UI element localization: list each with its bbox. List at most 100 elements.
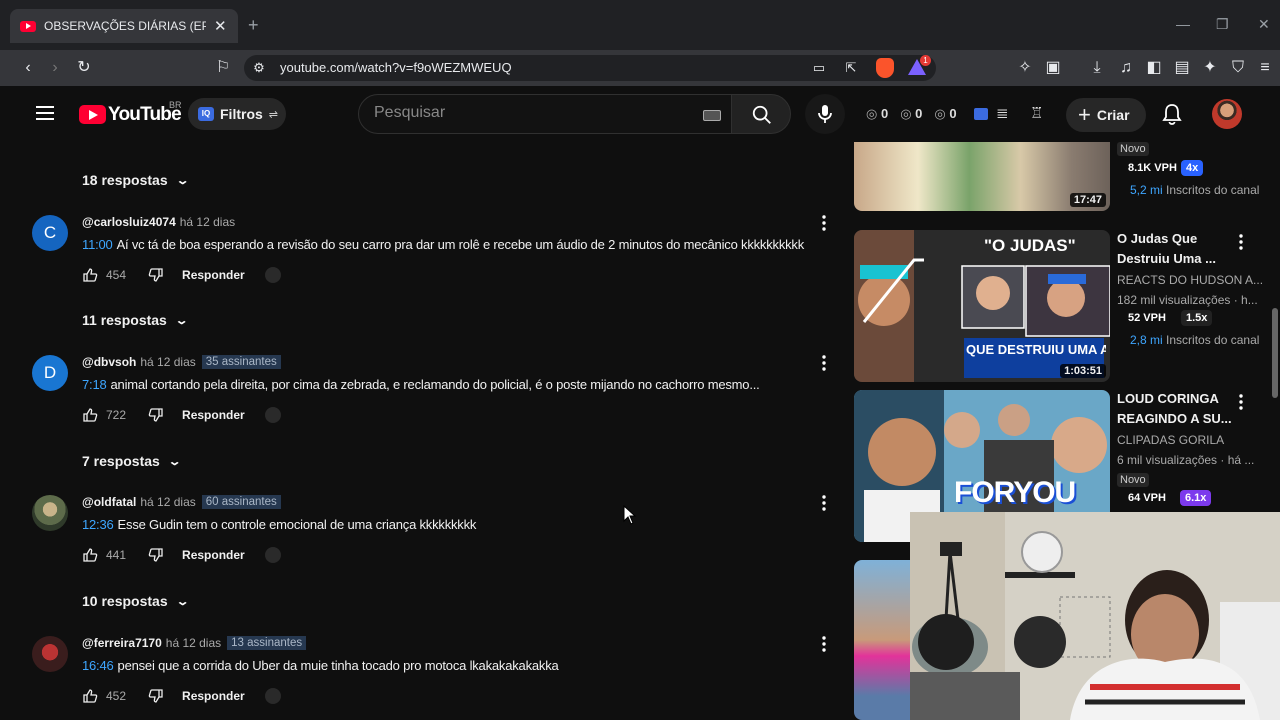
- webcam-feed: [910, 512, 1280, 720]
- comment-actions: 441 Responder: [82, 547, 281, 563]
- filters-button[interactable]: IQ Filtros ⇌: [188, 98, 286, 130]
- minimize-icon[interactable]: —: [1176, 16, 1190, 32]
- comment-content: animal cortando pela direita, por cima d…: [110, 377, 760, 392]
- vidiq-comment-icon[interactable]: [264, 407, 281, 423]
- video-channel[interactable]: REACTS DO HUDSON A...: [1117, 273, 1263, 287]
- youtube-logo-icon[interactable]: [79, 105, 106, 124]
- dislike-icon[interactable]: [148, 407, 164, 423]
- page-scrollbar[interactable]: [1272, 308, 1278, 398]
- brave-shield-icon[interactable]: [876, 58, 894, 78]
- comment-author[interactable]: @oldfatal: [82, 495, 136, 509]
- comment-timestamp-link[interactable]: 7:18: [82, 377, 107, 392]
- restore-icon[interactable]: ❐: [1216, 16, 1229, 33]
- youtube-favicon-icon: [20, 20, 36, 32]
- sidebar-icon[interactable]: ◧: [1143, 58, 1165, 78]
- comment-thread: @ferreira7170 há 12 dias 13 assinantes 1…: [32, 636, 842, 716]
- chevron-down-icon: ⌄: [174, 314, 189, 327]
- comment-time[interactable]: há 12 dias: [180, 215, 235, 229]
- vidiq-counters: 0 0 0: [866, 106, 957, 122]
- more-options-icon[interactable]: [822, 355, 826, 371]
- extensions-icon[interactable]: ✧: [1014, 58, 1036, 78]
- browser-tab-active[interactable]: OBSERVAÇÕES DIÁRIAS (EP. 304 ✕: [10, 9, 238, 43]
- vidiq-icon[interactable]: [974, 108, 988, 120]
- replies-toggle[interactable]: 7 respostas ⌄: [82, 453, 181, 469]
- leo-icon[interactable]: ✦: [1199, 58, 1221, 78]
- keyboard-icon[interactable]: [703, 110, 721, 121]
- vidiq-comment-icon[interactable]: [264, 688, 281, 704]
- notifications-bell-icon[interactable]: [1162, 103, 1182, 125]
- close-tab-icon[interactable]: ✕: [214, 17, 227, 35]
- cast-icon[interactable]: ▭: [808, 58, 830, 78]
- new-tab-icon[interactable]: +: [248, 15, 259, 36]
- like-icon[interactable]: [82, 407, 98, 423]
- comment-time[interactable]: há 12 dias: [166, 636, 221, 650]
- comment-avatar[interactable]: C: [32, 215, 68, 251]
- video-thumbnail[interactable]: "O JUDAS" QUE DESTRUIU UMA AMIZA 1:03:51: [854, 230, 1110, 382]
- replies-toggle[interactable]: 10 respostas ⌄: [82, 593, 189, 609]
- reply-button[interactable]: Responder: [182, 548, 245, 562]
- comment-time[interactable]: há 12 dias: [140, 355, 195, 369]
- youtube-header: YouTube BR IQ Filtros ⇌ 0 0 0 ≣ ♖ + Cria…: [0, 86, 1280, 142]
- close-window-icon[interactable]: ✕: [1258, 16, 1270, 33]
- comment-avatar[interactable]: D: [32, 355, 68, 391]
- like-icon[interactable]: [82, 547, 98, 563]
- comment-author[interactable]: @dbvsoh: [82, 355, 136, 369]
- download-icon[interactable]: ⤓: [1086, 58, 1108, 78]
- counter-watching: 0: [900, 106, 922, 122]
- video-thumbnail[interactable]: 17:47: [854, 142, 1110, 211]
- counter-subs: 0: [934, 106, 956, 122]
- trophy-icon[interactable]: ♖: [1030, 104, 1043, 122]
- more-options-icon[interactable]: [822, 495, 826, 511]
- comment-time[interactable]: há 12 dias: [140, 495, 195, 509]
- more-options-icon[interactable]: [1239, 234, 1243, 250]
- comment-timestamp-link[interactable]: 16:46: [82, 658, 114, 673]
- more-options-icon[interactable]: [822, 636, 826, 652]
- dislike-icon[interactable]: [148, 688, 164, 704]
- comment-timestamp-link[interactable]: 12:36: [82, 517, 114, 532]
- account-avatar[interactable]: [1212, 99, 1242, 129]
- screenshot-icon[interactable]: ▣: [1042, 58, 1064, 78]
- replies-toggle[interactable]: 11 respostas ⌄: [82, 312, 189, 328]
- more-options-icon[interactable]: [1239, 394, 1243, 410]
- hamburger-menu-icon[interactable]: [36, 106, 54, 120]
- forward-icon[interactable]: ›: [44, 58, 66, 78]
- bookmark-icon[interactable]: ⚐: [212, 58, 234, 78]
- comment-avatar[interactable]: [32, 495, 68, 531]
- site-info-icon[interactable]: ⚙: [248, 58, 270, 78]
- search-input[interactable]: [374, 104, 674, 122]
- vidiq-comment-icon[interactable]: [264, 547, 281, 563]
- comment-timestamp-link[interactable]: 11:00: [82, 237, 113, 252]
- search-box: [358, 94, 732, 134]
- dislike-icon[interactable]: [148, 547, 164, 563]
- comment-author[interactable]: @ferreira7170: [82, 636, 162, 650]
- wallet-icon[interactable]: ▤: [1171, 58, 1193, 78]
- more-options-icon[interactable]: [822, 215, 826, 231]
- music-icon[interactable]: ♫: [1115, 58, 1137, 78]
- comment-author[interactable]: @carlosluiz4074: [82, 215, 176, 229]
- video-channel[interactable]: CLIPADAS GORILA: [1117, 433, 1224, 447]
- vpn-icon[interactable]: ⛉: [1227, 58, 1249, 78]
- dislike-icon[interactable]: [148, 267, 164, 283]
- address-bar[interactable]: ⚙ youtube.com/watch?v=f9oWEZMWEUQ ▭ ⇱: [244, 55, 936, 81]
- share-icon[interactable]: ⇱: [840, 58, 862, 78]
- vidiq-comment-icon[interactable]: [264, 267, 281, 283]
- menu-icon[interactable]: ≡: [1254, 58, 1276, 78]
- voice-search-button[interactable]: [805, 94, 845, 134]
- video-title[interactable]: O Judas Que Destruiu Uma ...: [1117, 229, 1247, 269]
- list-icon[interactable]: ≣: [996, 104, 1009, 122]
- reply-button[interactable]: Responder: [182, 408, 245, 422]
- search-button[interactable]: [731, 94, 791, 134]
- back-icon[interactable]: ‹: [17, 58, 39, 78]
- create-button[interactable]: + Criar: [1066, 98, 1146, 132]
- reload-icon[interactable]: ↻: [73, 58, 95, 78]
- url-text[interactable]: youtube.com/watch?v=f9oWEZMWEUQ: [280, 60, 512, 75]
- replies-toggle[interactable]: 18 respostas ⌄: [82, 172, 189, 188]
- vph-badge: 8.1K VPH: [1128, 162, 1177, 174]
- like-icon[interactable]: [82, 267, 98, 283]
- like-icon[interactable]: [82, 688, 98, 704]
- comment-avatar[interactable]: [32, 636, 68, 672]
- reply-button[interactable]: Responder: [182, 689, 245, 703]
- video-title[interactable]: LOUD CORINGA REAGINDO A SU...: [1117, 389, 1247, 429]
- notification-count: 1: [920, 55, 931, 66]
- reply-button[interactable]: Responder: [182, 268, 245, 282]
